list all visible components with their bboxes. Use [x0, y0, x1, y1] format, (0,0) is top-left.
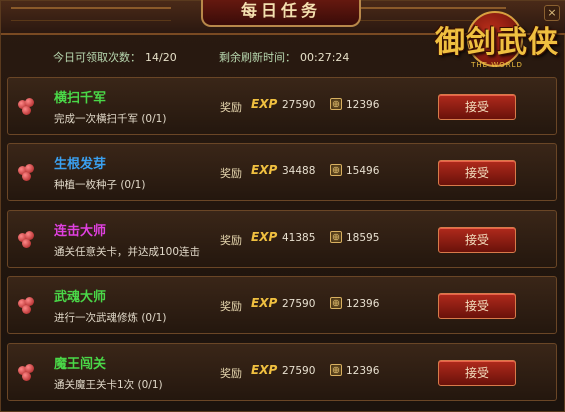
reward-label: 奖励 — [220, 300, 242, 313]
exp-icon: EXP — [251, 230, 278, 244]
refresh-timer: 剩余刷新时间： 00:27:24 — [219, 49, 349, 65]
title-ornament-left — [11, 7, 171, 21]
task-name: 生根发芽 — [54, 157, 107, 172]
accept-button[interactable]: 接受 — [438, 94, 516, 120]
coin-icon: ◎ — [330, 98, 342, 110]
task-description: 种植一枚种子 (0/1) — [54, 179, 146, 191]
reward-label: 奖励 — [220, 367, 242, 380]
refresh-timer-label: 剩余刷新时间： — [219, 51, 296, 64]
logo-text: 御剑武侠 — [435, 25, 559, 60]
reward-label: 奖励 — [220, 234, 242, 247]
coin-reward: 12396 — [346, 99, 380, 111]
task-description: 通关任意关卡，并达成100连击 — [54, 246, 201, 258]
task-description: 进行一次武魂修炼 (0/1) — [54, 312, 167, 324]
accept-button[interactable]: 接受 — [438, 227, 516, 253]
game-logo: 御剑武侠 THE WORLD — [433, 9, 561, 75]
coin-reward: 12396 — [346, 298, 380, 310]
reward-label: 奖励 — [220, 167, 242, 180]
task-info-bar: 今日可领取次数： 14/20 剩余刷新时间： 00:27:24 — [1, 49, 431, 65]
coin-icon: ◎ — [330, 364, 342, 376]
window-title: 每日任务 — [201, 0, 361, 27]
accept-button[interactable]: 接受 — [438, 360, 516, 386]
accept-button[interactable]: 接受 — [438, 160, 516, 186]
task-row: 生根发芽 种植一枚种子 (0/1) 奖励 EXP 34488 ◎ 15496 接… — [7, 143, 557, 201]
refresh-timer-value: 00:27:24 — [300, 51, 350, 64]
exp-icon: EXP — [251, 296, 278, 310]
coin-icon: ◎ — [330, 297, 342, 309]
exp-reward: 27590 — [282, 365, 316, 377]
task-description: 完成一次横扫千军 (0/1) — [54, 113, 167, 125]
exp-icon: EXP — [251, 363, 278, 377]
task-row: 魔王闯关 通关魔王关卡1次 (0/1) 奖励 EXP 27590 ◎ 12396… — [7, 343, 557, 401]
exp-reward: 34488 — [282, 165, 316, 177]
exp-reward: 27590 — [282, 99, 316, 111]
task-gem-icon — [18, 364, 38, 382]
task-gem-icon — [18, 98, 38, 116]
task-name: 魔王闯关 — [54, 357, 107, 372]
daily-count: 今日可领取次数： 14/20 — [53, 49, 177, 65]
exp-icon: EXP — [251, 163, 278, 177]
exp-icon: EXP — [251, 97, 278, 111]
task-row: 横扫千军 完成一次横扫千军 (0/1) 奖励 EXP 27590 ◎ 12396… — [7, 77, 557, 135]
coin-icon: ◎ — [330, 231, 342, 243]
task-name: 连击大师 — [54, 224, 107, 239]
task-gem-icon — [18, 297, 38, 315]
reward-label: 奖励 — [220, 101, 242, 114]
accept-button[interactable]: 接受 — [438, 293, 516, 319]
task-name: 横扫千军 — [54, 91, 107, 106]
coin-reward: 12396 — [346, 365, 380, 377]
task-name: 武魂大师 — [54, 290, 107, 305]
task-description: 通关魔王关卡1次 (0/1) — [54, 379, 163, 391]
task-row: 连击大师 通关任意关卡，并达成100连击 奖励 EXP 41385 ◎ 1859… — [7, 210, 557, 268]
task-gem-icon — [18, 164, 38, 182]
coin-reward: 15496 — [346, 165, 380, 177]
logo-subtext: THE WORLD — [471, 61, 523, 69]
exp-reward: 41385 — [282, 232, 316, 244]
daily-tasks-window: 每日任务 × 御剑武侠 THE WORLD 今日可领取次数： 14/20 剩余刷新… — [0, 0, 565, 412]
task-row: 武魂大师 进行一次武魂修炼 (0/1) 奖励 EXP 27590 ◎ 12396… — [7, 276, 557, 334]
exp-reward: 27590 — [282, 298, 316, 310]
daily-count-label: 今日可领取次数： — [53, 51, 141, 64]
coin-reward: 18595 — [346, 232, 380, 244]
coin-icon: ◎ — [330, 164, 342, 176]
task-gem-icon — [18, 231, 38, 249]
daily-count-value: 14/20 — [145, 51, 177, 64]
